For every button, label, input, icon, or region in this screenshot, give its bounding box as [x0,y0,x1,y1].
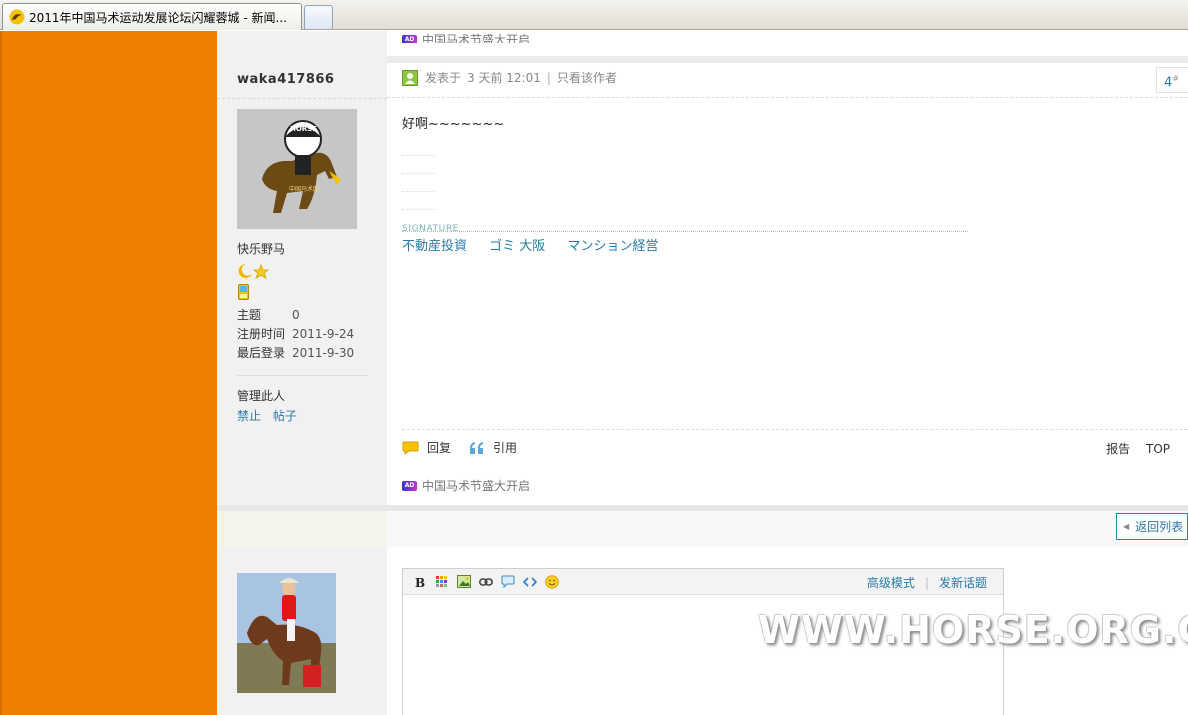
ad-badge-icon: AD [402,480,417,491]
site-watermark: WWW.HORSE.ORG.CN [758,608,1188,652]
back-to-list-button[interactable]: ◀ 返回列表 [1116,513,1188,540]
forum-page: AD 中国马术节盛大开启 waka417866 HORSE 中国马术网 快乐野马 [0,31,1188,715]
back-to-list-label: 返回列表 [1135,520,1184,534]
post-ad[interactable]: AD 中国马术节盛大开启 [402,477,530,494]
quote-icon [470,441,484,454]
signature-link-2[interactable]: ゴミ 大阪 [489,239,545,254]
signature-divider [402,231,968,232]
speech-bubble-icon [402,441,419,455]
posted-label: 发表于 [425,71,462,85]
image-icon [457,575,471,588]
posted-time: 3 天前 12:01 [467,71,541,85]
user-avatar[interactable]: HORSE 中国马术网 [237,109,357,229]
svg-text:中国马术网: 中国马术网 [289,185,319,193]
new-tab-button[interactable] [304,5,333,29]
ad-link[interactable]: 中国马术节盛大开启 [422,33,530,43]
rank-stars [237,263,271,282]
stat-value: 2011-9-30 [292,346,355,360]
smiley-icon [545,574,559,589]
color-grid-icon [436,575,447,587]
color-button[interactable] [431,574,453,590]
floor-mark: # [1172,74,1179,83]
insert-image-button[interactable] [453,574,475,590]
post-actions-right: 报告 TOP [1094,440,1170,457]
reply-button[interactable]: 回复 [402,439,451,456]
stat-label: 注册时间 [237,327,286,341]
stat-value: 2011-9-24 [292,327,355,341]
phone-icon [238,284,249,300]
faint-text-line [402,209,436,210]
browser-tab-bar: 2011年中国马术运动发展论坛闪耀蓉城 - 新闻... [0,0,1188,30]
user-posts-link[interactable]: 帖子 [273,409,297,423]
pagination-bar-left [217,511,387,547]
post-separator-band [387,56,1188,63]
online-user-icon [402,69,418,86]
horse-cartoon-avatar-icon: HORSE 中国马术网 [237,109,357,229]
post-actions: 回复 引用 [402,439,535,456]
new-topic-link[interactable]: 发新话题 [939,576,987,590]
chevron-left-icon: ◀ [1123,522,1130,531]
site-favicon-icon [9,9,25,25]
stat-last-login: 最后登录 2011-9-30 [237,344,354,363]
stat-topics: 主题 0 [237,306,354,325]
stat-value: 0 [292,308,300,322]
user-rank-title: 快乐野马 [237,242,286,256]
faint-text-line [402,155,436,156]
stat-label: 最后登录 [237,346,286,360]
current-user-avatar[interactable] [237,573,336,693]
signature-label: SIGNATURE [402,224,459,234]
ban-user-link[interactable]: 禁止 [237,409,261,423]
quote-button[interactable]: 引用 [469,439,517,456]
mode-separator: | [924,576,929,590]
browser-tab-active[interactable]: 2011年中国马术运动发展论坛闪耀蓉城 - 新闻... [2,3,302,30]
back-to-top-link[interactable]: TOP [1146,442,1170,456]
svg-text:HORSE: HORSE [290,125,317,133]
quote-bubble-icon [501,575,515,588]
bold-icon: B [415,576,425,588]
advanced-mode-link[interactable]: 高级模式 [867,576,915,590]
report-link[interactable]: 报告 [1106,442,1130,456]
post-author-name[interactable]: waka417866 [237,72,334,87]
left-orange-sidebar [0,31,217,715]
svg-text:B: B [415,576,425,588]
post-message: 好啊~~~~~~~ [402,117,505,132]
ad-link[interactable]: 中国马术节盛大开启 [422,479,530,493]
moon-star-icon [238,263,270,279]
signature-link-3[interactable]: マンション経営 [567,239,658,254]
author-only-link[interactable]: 只看该作者 [557,69,617,86]
reply-label: 回复 [427,441,452,455]
post-header: 发表于 3 天前 12:01 | 只看该作者 [402,69,617,86]
user-stats-divider [237,375,367,376]
previous-post-ad[interactable]: AD 中国马术节盛大开启 [402,31,530,43]
user-stats: 主题 0 注册时间 2011-9-24 最后登录 2011-9-30 [237,306,354,363]
manage-user-title: 管理此人 [237,389,286,403]
signature-link-1[interactable]: 不動産投資 [402,239,467,254]
stat-label: 主题 [237,308,262,322]
insert-quote-button[interactable] [497,574,519,590]
post-header-divider [387,97,1188,98]
signature-links: 不動産投資 ゴミ 大阪 マンション経営 [402,235,676,254]
post-floor-number[interactable]: 4# [1156,67,1188,93]
ad-badge-icon: AD [402,34,417,43]
faint-text-line [402,173,436,174]
pagination-bar [387,511,1188,547]
mobile-user-icon [238,284,249,303]
faint-text-line [402,191,436,192]
rider-on-horse-photo-icon [237,573,336,693]
insert-link-button[interactable] [475,574,497,590]
post-actions-divider [402,429,1188,430]
tab-title: 2011年中国马术运动发展论坛闪耀蓉城 - 新闻... [29,10,287,25]
user-divider [217,98,387,99]
manage-user-links: 禁止 帖子 [237,407,305,424]
insert-code-button[interactable] [519,574,541,590]
stat-register-date: 注册时间 2011-9-24 [237,325,354,344]
header-separator: | [546,70,551,85]
emoticon-button[interactable] [541,574,563,590]
code-icon [523,576,537,587]
editor-mode-links: 高级模式 | 发新话题 [867,574,987,591]
quote-label: 引用 [493,441,518,455]
link-icon [479,577,493,586]
editor-toolbar: B 高级模式 | 发新话题 [403,569,1003,595]
bold-button[interactable]: B [409,574,431,590]
